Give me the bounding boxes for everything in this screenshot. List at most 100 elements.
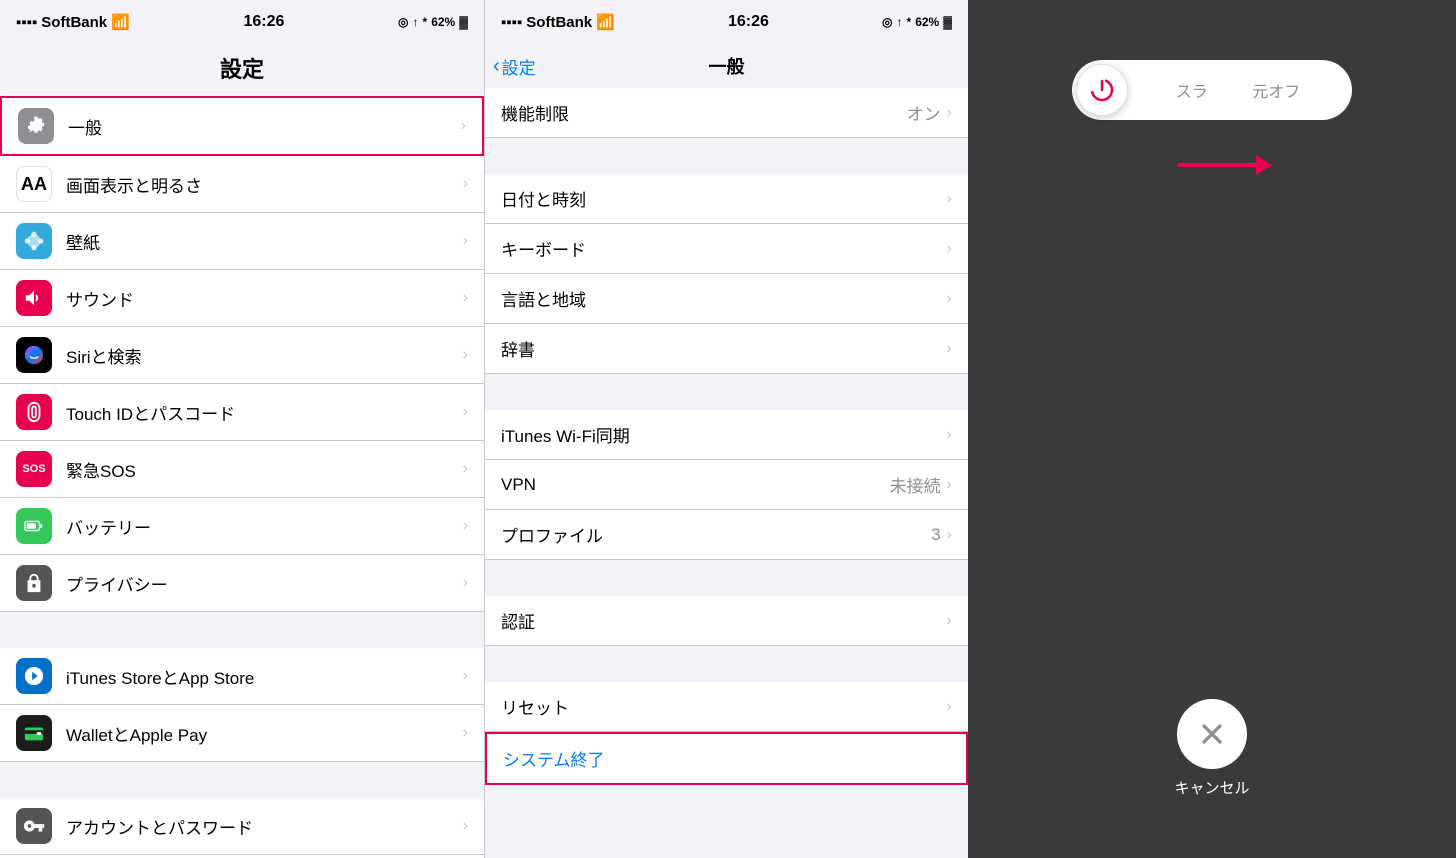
middle-item-vpn[interactable]: VPN 未接続 › <box>485 460 968 510</box>
settings-item-display[interactable]: AA 画面表示と明るさ › <box>0 156 484 213</box>
settings-item-itunes[interactable]: iTunes StoreとApp Store › <box>0 648 484 705</box>
profile-label: プロファイル <box>501 522 931 547</box>
power-off-panel: スラ 元オフ キャンセル <box>968 0 1456 858</box>
privacy-label: プライバシー <box>66 571 455 596</box>
sos-label: 緊急SOS <box>66 457 455 482</box>
middle-item-shutdown[interactable]: システム終了 <box>485 732 968 785</box>
status-bar-left: ▪▪▪▪ SoftBank 📶 16:26 ◎ ↑ * 62% ▓ <box>0 0 484 44</box>
group-gap-2 <box>0 762 484 798</box>
account-chevron: › <box>463 817 468 835</box>
account-label: アカウントとパスワード <box>66 814 455 839</box>
auth-label: 認証 <box>501 608 947 633</box>
middle-item-dict[interactable]: 辞書 › <box>485 324 968 374</box>
time-middle: 16:26 <box>728 13 769 31</box>
touchid-chevron: › <box>463 403 468 421</box>
siri-icon <box>16 337 52 373</box>
arrow-head <box>1256 155 1272 175</box>
vpn-label: VPN <box>501 475 890 495</box>
dict-label: 辞書 <box>501 336 947 361</box>
vpn-chevron: › <box>947 476 952 494</box>
middle-item-profile[interactable]: プロファイル 3 › <box>485 510 968 560</box>
language-chevron: › <box>947 290 952 308</box>
arrow-line <box>1177 163 1257 167</box>
status-carrier-middle: ▪▪▪▪ SoftBank 📶 <box>501 13 615 31</box>
privacy-chevron: › <box>463 574 468 592</box>
display-chevron: › <box>463 175 468 193</box>
display-icon: AA <box>16 166 52 202</box>
arrow-right-indicator <box>1177 155 1272 175</box>
settings-item-siri[interactable]: Siriと検索 › <box>0 327 484 384</box>
arrow-icon-mid: ↑ <box>897 15 903 29</box>
middle-item-keyboard[interactable]: キーボード › <box>485 224 968 274</box>
middle-item-reset[interactable]: リセット › <box>485 682 968 732</box>
reset-chevron: › <box>947 698 952 716</box>
general-label: 一般 <box>68 114 453 139</box>
cancel-button-container: キャンセル <box>1174 699 1249 798</box>
arrow-icon-left: ↑ <box>413 15 419 29</box>
settings-item-touchid[interactable]: Touch IDとパスコード › <box>0 384 484 441</box>
battery-icon-left: ▓ <box>459 15 468 29</box>
middle-gap-3 <box>485 560 968 596</box>
settings-item-battery[interactable]: バッテリー › <box>0 498 484 555</box>
signal-icon: ▪▪▪▪ <box>16 14 37 31</box>
middle-item-auth[interactable]: 認証 › <box>485 596 968 646</box>
dict-chevron: › <box>947 340 952 358</box>
sound-icon <box>16 280 52 316</box>
siri-chevron: › <box>463 346 468 364</box>
settings-item-account[interactable]: アカウントとパスワード › <box>0 798 484 855</box>
bluetooth-icon-left: * <box>423 15 428 29</box>
status-right-left: ◎ ↑ * 62% ▓ <box>398 15 468 29</box>
general-chevron: › <box>461 117 466 135</box>
slide-arrow <box>1152 150 1272 180</box>
touchid-icon <box>16 394 52 430</box>
keyboard-label: キーボード <box>501 236 947 261</box>
cancel-label: キャンセル <box>1174 777 1249 798</box>
itunes-chevron: › <box>463 667 468 685</box>
settings-group-2: iTunes StoreとApp Store › WalletとApple Pa… <box>0 648 484 762</box>
back-label: 設定 <box>502 54 536 79</box>
middle-group-4: 認証 › <box>485 596 968 646</box>
wifi-icon-left: 📶 <box>111 13 130 31</box>
slider-label-off: 元オフ <box>1252 84 1300 101</box>
group-gap-1 <box>0 612 484 648</box>
settings-item-sound[interactable]: サウンド › <box>0 270 484 327</box>
settings-item-sos[interactable]: SOS 緊急SOS › <box>0 441 484 498</box>
itunes-wifi-chevron: › <box>947 426 952 444</box>
back-button[interactable]: ‹ 設定 <box>493 54 536 79</box>
display-label: 画面表示と明るさ <box>66 172 455 197</box>
middle-item-language[interactable]: 言語と地域 › <box>485 274 968 324</box>
middle-item-kino[interactable]: 機能制限 オン › <box>485 88 968 138</box>
middle-item-itunes-wifi[interactable]: iTunes Wi-Fi同期 › <box>485 410 968 460</box>
power-slider[interactable]: スラ 元オフ <box>1072 60 1352 120</box>
settings-list-left: 一般 › AA 画面表示と明るさ › <box>0 96 484 858</box>
siri-label: Siriと検索 <box>66 343 455 368</box>
wallpaper-label: 壁紙 <box>66 229 455 254</box>
bluetooth-icon-mid: * <box>907 15 912 29</box>
battery-mid: 62% <box>915 15 939 29</box>
middle-item-datetime[interactable]: 日付と時刻 › <box>485 174 968 224</box>
settings-group-1: 一般 › AA 画面表示と明るさ › <box>0 96 484 612</box>
middle-gap-4 <box>485 646 968 682</box>
battery-left: 62% <box>431 15 455 29</box>
settings-item-privacy[interactable]: プライバシー › <box>0 555 484 612</box>
settings-item-wallpaper[interactable]: 壁紙 › <box>0 213 484 270</box>
kino-label: 機能制限 <box>501 100 907 125</box>
general-settings-list: 機能制限 オン › 日付と時刻 › キーボード › 言語と地域 › 辞書 › <box>485 88 968 858</box>
cancel-button[interactable] <box>1177 699 1247 769</box>
middle-group-5: リセット › システム終了 <box>485 682 968 785</box>
wallet-chevron: › <box>463 724 468 742</box>
kino-value: オン <box>907 100 941 125</box>
general-icon <box>18 108 54 144</box>
settings-item-wallet[interactable]: WalletとApple Pay › <box>0 705 484 762</box>
location-icon-left: ◎ <box>398 15 408 29</box>
sound-chevron: › <box>463 289 468 307</box>
wallet-icon <box>16 715 52 751</box>
signal-icon-mid: ▪▪▪▪ <box>501 14 522 31</box>
wallet-label: WalletとApple Pay <box>66 721 455 746</box>
settings-title-left: 設定 <box>0 44 484 96</box>
location-icon-mid: ◎ <box>882 15 892 29</box>
settings-item-general[interactable]: 一般 › <box>0 96 484 156</box>
time-left: 16:26 <box>243 13 284 31</box>
settings-group-3: アカウントとパスワード › メール › <box>0 798 484 858</box>
sound-label: サウンド <box>66 286 455 311</box>
